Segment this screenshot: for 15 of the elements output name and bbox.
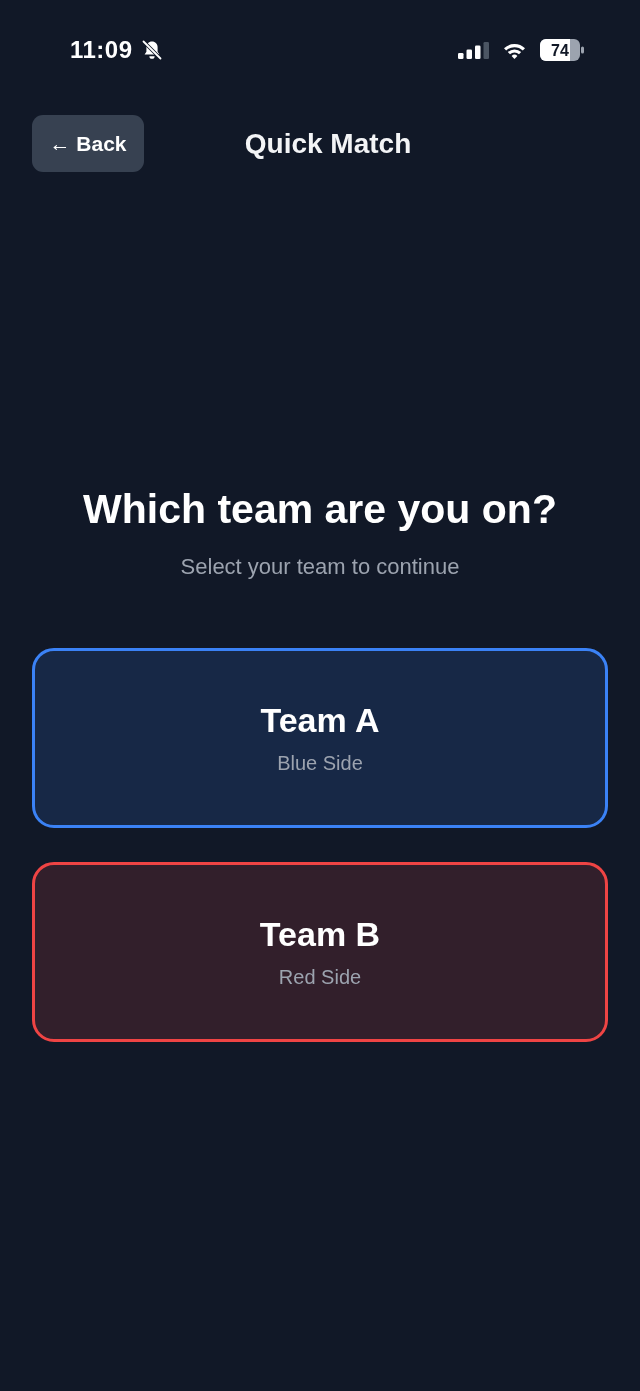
team-name: Team B — [259, 913, 381, 955]
cellular-signal-icon — [458, 41, 489, 59]
screen-title: Quick Match — [244, 127, 412, 159]
question-heading: Which team are you on? — [82, 485, 558, 534]
back-button[interactable]: ← Back — [32, 115, 144, 172]
battery-indicator: 74 — [540, 39, 584, 61]
team-name: Team A — [260, 699, 380, 741]
wifi-icon — [503, 41, 526, 59]
team-side-label: Blue Side — [277, 751, 363, 776]
instruction-text: Select your team to continue — [180, 554, 460, 581]
team-option-card[interactable]: Team A Blue Side — [32, 647, 608, 828]
clock-time: 11:09 — [70, 38, 133, 62]
team-option-card[interactable]: Team B Red Side — [32, 861, 608, 1042]
muted-bell-icon — [140, 39, 163, 61]
team-side-label: Red Side — [278, 965, 362, 990]
